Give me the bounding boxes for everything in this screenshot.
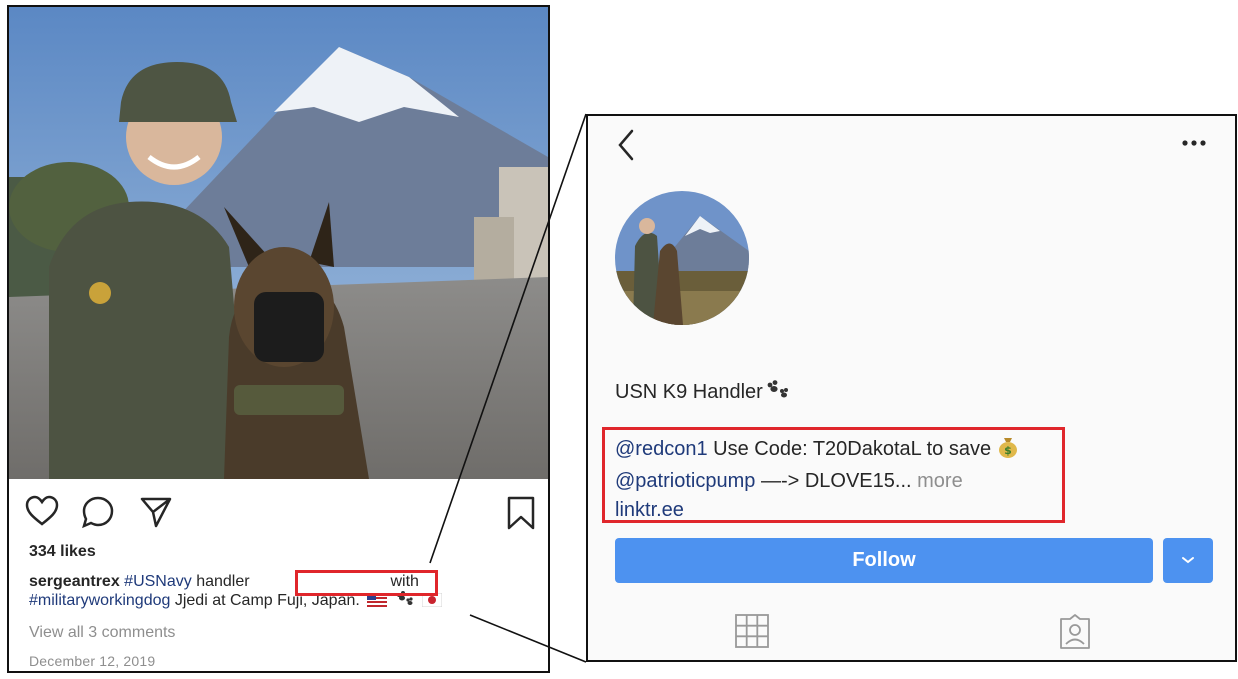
post-actions bbox=[23, 495, 536, 536]
tagged-icon[interactable] bbox=[1057, 613, 1093, 656]
heart-icon[interactable] bbox=[25, 495, 59, 532]
bio-name-text: USN K9 Handler bbox=[615, 381, 763, 403]
caption-username[interactable]: sergeantrex bbox=[29, 573, 120, 590]
caption-text-handler: handler bbox=[196, 573, 250, 590]
hashtag-usnavy[interactable]: #USNavy bbox=[124, 573, 192, 590]
follow-button[interactable]: Follow bbox=[615, 538, 1153, 583]
view-comments-link[interactable]: View all 3 comments bbox=[29, 624, 175, 642]
back-icon[interactable] bbox=[616, 128, 636, 167]
bookmark-icon[interactable] bbox=[506, 495, 536, 536]
highlight-box-caption bbox=[295, 570, 438, 596]
highlight-box-bio bbox=[602, 427, 1065, 523]
chevron-down-icon bbox=[1182, 557, 1194, 564]
profile-panel: USN K9 Handler @redcon1 Use Code: T20Dak… bbox=[586, 114, 1237, 662]
post-photo[interactable] bbox=[9, 7, 548, 479]
paw-prints-icon bbox=[765, 380, 791, 406]
likes-count[interactable]: 334 likes bbox=[29, 543, 96, 561]
grid-icon[interactable] bbox=[734, 613, 770, 654]
hashtag-militaryworkingdog[interactable]: #militaryworkingdog bbox=[29, 592, 170, 609]
profile-avatar[interactable] bbox=[615, 191, 749, 325]
suggestions-dropdown-button[interactable] bbox=[1163, 538, 1213, 583]
comment-icon[interactable] bbox=[81, 495, 115, 534]
share-icon[interactable] bbox=[139, 495, 173, 534]
instagram-post: 334 likes sergeantrex #USNavy handler wi… bbox=[7, 5, 550, 673]
post-caption: sergeantrex #USNavy handler with #milita… bbox=[29, 572, 529, 612]
post-date: December 12, 2019 bbox=[29, 653, 156, 669]
bio-name: USN K9 Handler bbox=[615, 380, 791, 406]
more-icon[interactable] bbox=[1181, 134, 1207, 152]
photo-illustration bbox=[9, 7, 548, 479]
